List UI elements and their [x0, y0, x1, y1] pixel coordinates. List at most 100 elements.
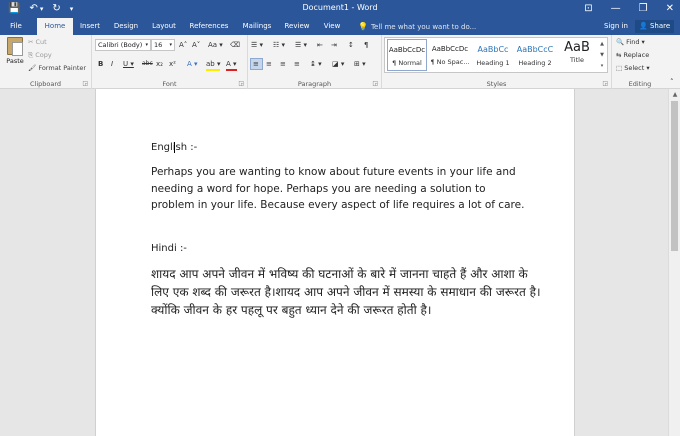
replace-button[interactable]: ⇆ Replace — [616, 51, 649, 59]
tab-review[interactable]: Review — [282, 18, 312, 35]
tab-view[interactable]: View — [320, 18, 344, 35]
style-name: ¶ No Spac... — [430, 58, 470, 66]
collapse-ribbon-icon[interactable]: ˄ — [670, 77, 674, 87]
cut-button[interactable]: ✂ Cut — [28, 38, 47, 46]
line-spacing-button[interactable]: ↨ ▾ — [310, 59, 322, 69]
clipboard-group: Paste ✂ Cut ⎘ Copy 🖌 Format Painter Clip… — [0, 35, 92, 89]
close-icon[interactable]: ✕ — [666, 1, 674, 17]
clipboard-group-label: Clipboard — [29, 80, 62, 88]
paragraph-launcher-icon[interactable]: ◲ — [372, 80, 378, 87]
document-page[interactable]: English :- Perhaps you are wanting to kn… — [95, 89, 575, 436]
clipboard-icon — [7, 37, 23, 56]
grow-font-button[interactable]: A˄ — [179, 40, 187, 50]
clear-formatting-button[interactable]: ⌫ — [230, 40, 240, 50]
style-normal[interactable]: AaBbCcDc ¶ Normal — [387, 39, 427, 71]
clipboard-launcher-icon[interactable]: ◲ — [82, 80, 88, 87]
increase-indent-button[interactable]: ⇥ — [331, 40, 337, 50]
bullets-button[interactable]: ☰ ▾ — [251, 40, 263, 50]
paste-label: Paste — [6, 57, 24, 65]
center-button[interactable]: ≡ — [266, 59, 272, 69]
vertical-scrollbar[interactable]: ▲ — [668, 89, 680, 436]
styles-launcher-icon[interactable]: ◲ — [602, 80, 608, 87]
font-launcher-icon[interactable]: ◲ — [238, 80, 244, 87]
restore-icon[interactable]: ❐ — [639, 1, 648, 17]
hindi-paragraph[interactable]: शायद आप अपने जीवन में भविष्य की घटनाओं क… — [151, 265, 541, 319]
style-no-spacing[interactable]: AaBbCcDc ¶ No Spac... — [429, 39, 471, 71]
style-preview: AaB — [564, 40, 590, 55]
style-name: ¶ Normal — [392, 59, 422, 67]
title-bar: 💾 ↶ ▾ ↻ ▾ Document1 - Word ⊡ — ❐ ✕ — [0, 0, 680, 18]
borders-button[interactable]: ⊞ ▾ — [354, 59, 366, 69]
tab-mailings[interactable]: Mailings — [238, 18, 276, 35]
subscript-button[interactable]: x₂ — [156, 59, 163, 69]
ribbon-display-options-icon[interactable]: ⊡ — [584, 1, 592, 17]
window-controls: ⊡ — ❐ ✕ — [584, 1, 674, 17]
shading-button[interactable]: ◪ ▾ — [332, 59, 344, 69]
font-size-box[interactable]: 16 ▾ — [151, 39, 175, 51]
style-title[interactable]: AaB Title — [557, 39, 597, 71]
text-effects-button[interactable]: A ▾ — [187, 59, 198, 69]
shrink-font-button[interactable]: A˅ — [192, 40, 200, 50]
font-group-label: Font — [162, 80, 177, 88]
decrease-indent-button[interactable]: ⇤ — [317, 40, 323, 50]
tab-insert[interactable]: Insert — [76, 18, 104, 35]
gallery-scroll: ▲ ▼ ▾ — [598, 39, 606, 72]
more-styles-icon[interactable]: ▾ — [598, 61, 606, 72]
align-left-button[interactable]: ≡ — [250, 58, 263, 70]
font-name-value: Calibri (Body) — [98, 41, 143, 49]
tab-file[interactable]: File — [4, 18, 28, 35]
underline-button[interactable]: U ▾ — [123, 59, 134, 69]
style-name: Heading 2 — [518, 59, 552, 67]
italic-button[interactable]: I — [111, 59, 113, 69]
tab-home[interactable]: Home — [37, 18, 73, 35]
select-button[interactable]: ⬚ Select ▾ — [616, 64, 650, 72]
style-preview: AaBbCcDc — [431, 45, 469, 53]
change-case-button[interactable]: Aa ▾ — [208, 40, 223, 50]
font-color-button[interactable]: A ▾ — [226, 59, 237, 71]
styles-group-label: Styles — [486, 80, 507, 88]
style-name: Title — [570, 56, 584, 64]
superscript-button[interactable]: x² — [169, 59, 176, 69]
style-preview: AaBbCc — [477, 45, 509, 54]
bold-button[interactable]: B — [98, 59, 103, 69]
style-heading-2[interactable]: AaBbCcC Heading 2 — [515, 39, 555, 71]
english-paragraph[interactable]: Perhaps you are wanting to know about fu… — [151, 164, 531, 214]
person-icon: 👤 — [639, 22, 648, 30]
font-name-box[interactable]: Calibri (Body) ▾ — [95, 39, 151, 51]
strikethrough-button[interactable]: abc — [142, 59, 153, 69]
paste-button[interactable]: Paste — [4, 37, 26, 65]
sign-in-link[interactable]: Sign in — [604, 18, 628, 35]
sort-button[interactable]: ↕ — [348, 40, 354, 50]
style-preview: AaBbCcC — [516, 45, 554, 54]
styles-gallery: AaBbCcDc ¶ Normal AaBbCcDc ¶ No Spac... … — [384, 37, 608, 73]
chevron-up-icon[interactable]: ▲ — [598, 39, 606, 50]
share-button[interactable]: 👤 Share — [635, 20, 675, 33]
multilevel-list-button[interactable]: ☰ ▾ — [295, 40, 307, 50]
style-preview: AaBbCcDc — [388, 46, 426, 54]
justify-button[interactable]: ≡ — [294, 59, 300, 69]
highlight-button[interactable]: ab ▾ — [206, 59, 221, 71]
document-area: English :- Perhaps you are wanting to kn… — [0, 89, 668, 436]
align-right-button[interactable]: ≡ — [280, 59, 286, 69]
chevron-down-icon[interactable]: ▼ — [598, 50, 606, 61]
tab-references[interactable]: References — [187, 18, 231, 35]
show-marks-button[interactable]: ¶ — [364, 40, 368, 50]
hindi-heading[interactable]: Hindi :- — [151, 243, 187, 254]
style-name: Heading 1 — [476, 59, 510, 67]
style-heading-1[interactable]: AaBbCc Heading 1 — [473, 39, 513, 71]
find-button[interactable]: 🔍 Find ▾ — [616, 38, 645, 46]
minimize-icon[interactable]: — — [611, 1, 621, 17]
font-size-value: 16 — [154, 41, 163, 49]
window-title: Document1 - Word — [302, 3, 378, 12]
scrollbar-thumb[interactable] — [671, 101, 678, 251]
tell-me-box[interactable]: 💡 Tell me what you want to do... — [358, 18, 476, 35]
copy-button[interactable]: ⎘ Copy — [28, 51, 52, 60]
tab-layout[interactable]: Layout — [148, 18, 180, 35]
chevron-down-icon[interactable]: ▾ — [145, 40, 148, 50]
scroll-up-icon[interactable]: ▲ — [669, 91, 680, 98]
lightbulb-icon: 💡 — [358, 22, 368, 31]
format-painter-button[interactable]: 🖌 Format Painter — [28, 64, 86, 72]
tab-design[interactable]: Design — [111, 18, 141, 35]
chevron-down-icon[interactable]: ▾ — [169, 40, 172, 50]
numbering-button[interactable]: ☷ ▾ — [273, 40, 285, 50]
